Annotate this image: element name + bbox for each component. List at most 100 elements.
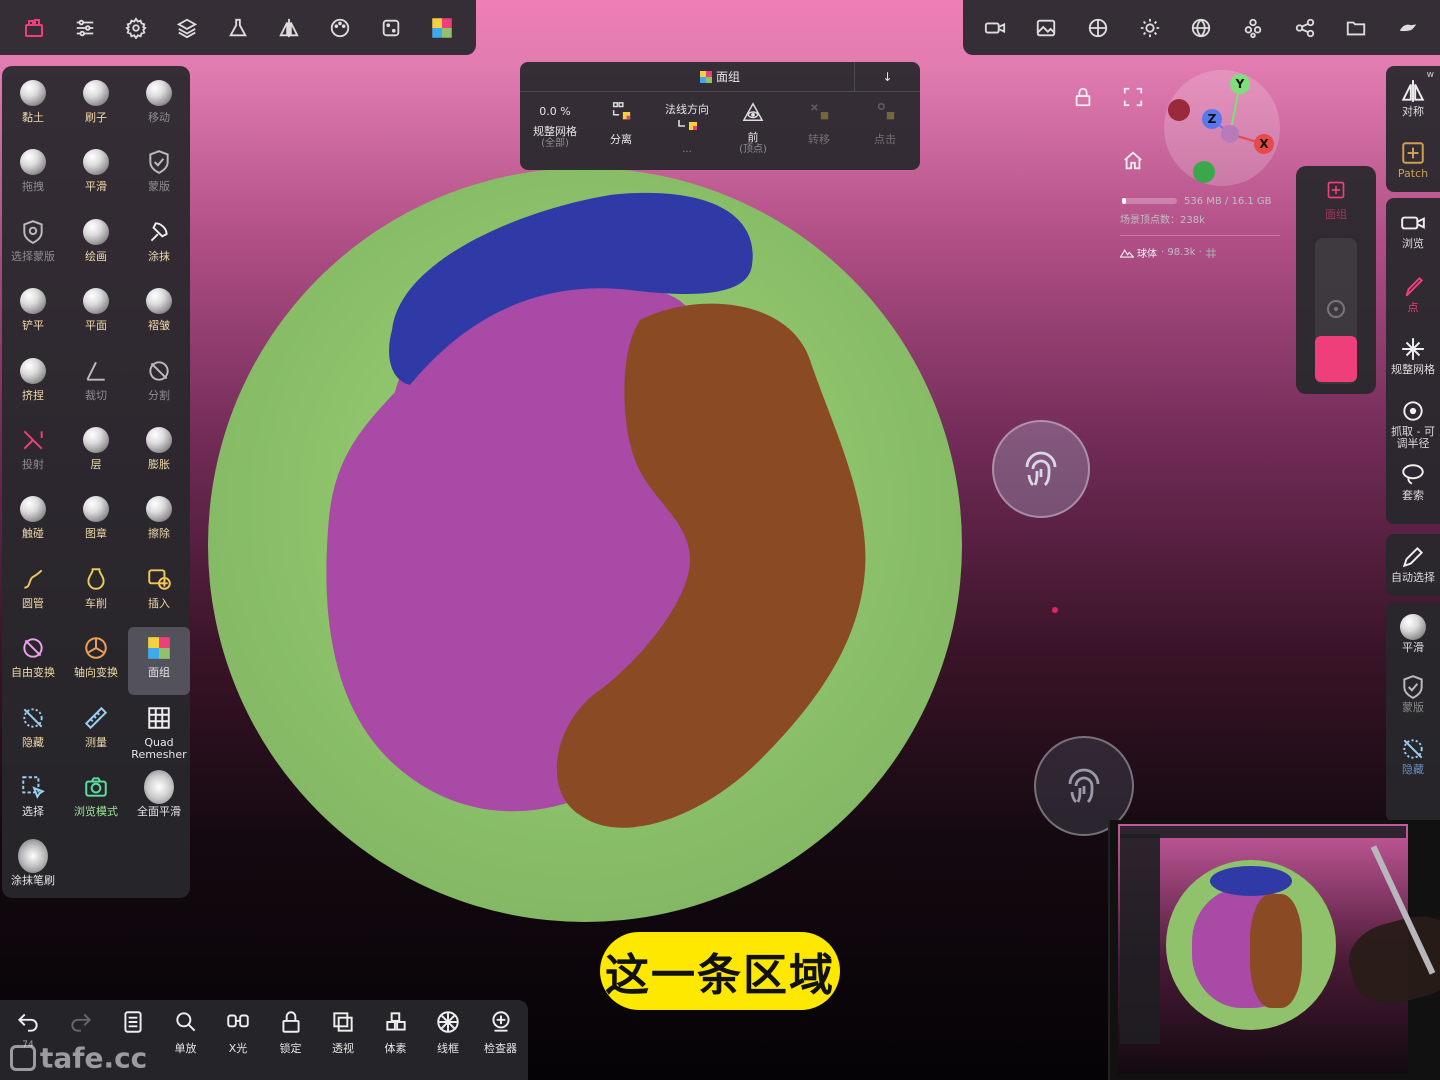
tool-label: 移动	[148, 111, 170, 124]
tool-select[interactable]: 选择	[2, 766, 64, 834]
tool-insert[interactable]: 插入	[128, 558, 190, 626]
voxel-icon	[383, 1008, 409, 1036]
home-view-icon[interactable]	[1120, 148, 1146, 174]
tool-transform[interactable]: 自由变换	[2, 627, 64, 695]
dice-icon[interactable]	[371, 8, 411, 48]
tool-grid[interactable]: Quad Remesher	[128, 697, 190, 765]
tool-smudge[interactable]: 涂抹	[128, 211, 190, 279]
tool-drag-ball[interactable]: 拖拽	[2, 141, 64, 209]
tool-select-mask[interactable]: 选择蒙版	[2, 211, 64, 279]
tool-global-smooth[interactable]: 全面平滑	[128, 766, 190, 834]
radius-slider[interactable]	[1315, 238, 1357, 384]
hide-icon	[18, 703, 48, 733]
watermark: tafe.cc	[10, 1040, 147, 1075]
right-tool-pen-point[interactable]: 点	[1386, 268, 1440, 330]
topology-icon[interactable]	[1233, 8, 1273, 48]
layers-icon[interactable]	[167, 8, 207, 48]
tool-erase-ball[interactable]: 擦除	[128, 488, 190, 556]
tool-mask-shield[interactable]: 蒙版	[128, 141, 190, 209]
orientation-gizmo[interactable]: Y X Z	[1160, 66, 1284, 190]
normal-direction-button[interactable]: 法线方向 ...	[654, 104, 720, 172]
wireframe-icon	[435, 1008, 461, 1036]
tool-split[interactable]: 分割	[128, 350, 190, 418]
right-tool-hide[interactable]: 隐藏	[1386, 730, 1440, 792]
image-icon[interactable]	[1026, 8, 1066, 48]
share-icon[interactable]	[1285, 8, 1325, 48]
folder-icon[interactable]	[1336, 8, 1376, 48]
layers-stack-icon[interactable]	[14, 8, 54, 48]
patch-plus-icon[interactable]	[1324, 178, 1348, 202]
tool-brush-ball[interactable]: 刷子	[65, 72, 127, 140]
shading-icon[interactable]	[1078, 8, 1118, 48]
bottom-inspector-button[interactable]: 检查器	[475, 1008, 527, 1068]
right-tool-pen[interactable]: 自动选择	[1386, 538, 1440, 600]
click-button[interactable]: 点击	[852, 98, 918, 166]
tool-label: 分割	[148, 388, 170, 402]
mesh-row[interactable]: 球体 · 98.3k ·	[1120, 245, 1280, 260]
tool-smudge-brush[interactable]: 涂抹笔刷	[2, 835, 64, 903]
sun-icon[interactable]	[1130, 8, 1170, 48]
tool-clay-ball[interactable]: 黏土	[2, 72, 64, 140]
tool-facegroup[interactable]: 面组	[128, 627, 190, 696]
right-tool-label: 规整网格	[1391, 363, 1435, 376]
slider-knob-icon	[1327, 300, 1345, 318]
tool-lathe[interactable]: 车削	[65, 558, 127, 626]
gizmo-center	[1221, 125, 1239, 143]
tool-label: 挤捏	[22, 388, 44, 402]
tool-gizmo[interactable]: 轴向变换	[65, 627, 127, 695]
hat-icon[interactable]	[1388, 8, 1428, 48]
tool-crease-ball[interactable]: 褶皱	[128, 280, 190, 348]
bottom-xray-button[interactable]: X光	[212, 1008, 264, 1068]
tool-tube-ball[interactable]: 触碰	[2, 488, 64, 556]
project-icon	[18, 425, 48, 455]
fullscreen-icon[interactable]	[1120, 84, 1146, 110]
bottom-lock-button[interactable]: 锁定	[265, 1008, 317, 1068]
right-tool-patch-plus[interactable]: Patch	[1386, 134, 1440, 196]
tool-layer-ball[interactable]: 层	[65, 419, 127, 487]
gizmo-x-label: X	[1259, 137, 1269, 151]
tool-pinch-ball[interactable]: 挤捏	[2, 350, 64, 418]
tool-flatten-ball[interactable]: 铲平	[2, 280, 64, 348]
camera-icon[interactable]	[975, 8, 1015, 48]
front-vertex-button[interactable]: 前 (顶点)	[720, 98, 786, 166]
right-tool-symmetry[interactable]: 对称	[1386, 72, 1440, 134]
split-button[interactable]: 分离	[588, 98, 654, 166]
right-tool-smooth-ball[interactable]: 平滑	[1386, 608, 1440, 670]
bottom-wireframe-button[interactable]: 线框	[422, 1008, 474, 1068]
lock-view-icon[interactable]	[1070, 84, 1096, 110]
tool-paint-ball[interactable]: 绘画	[65, 211, 127, 279]
material-swatch-icon[interactable]	[422, 8, 462, 48]
flask-icon[interactable]	[218, 8, 258, 48]
bottom-voxel-button[interactable]: 体素	[370, 1008, 422, 1068]
right-tool-target[interactable]: 抓取 - 可调半径	[1386, 392, 1440, 454]
right-tool-sparkle[interactable]: 规整网格	[1386, 330, 1440, 392]
fingerprint-button-upper[interactable]	[992, 420, 1090, 518]
color-swatch[interactable]	[1315, 336, 1357, 382]
tool-stamp-ball[interactable]: 图章	[65, 488, 127, 556]
sphere-grid-icon[interactable]	[1181, 8, 1221, 48]
tool-move-ball[interactable]: 移动	[128, 72, 190, 140]
tool-hide[interactable]: 隐藏	[2, 697, 64, 765]
gear-icon[interactable]	[116, 8, 156, 48]
right-tool-lasso[interactable]: 套索	[1386, 456, 1440, 518]
palette-icon[interactable]	[320, 8, 360, 48]
tool-planar-ball[interactable]: 平面	[65, 280, 127, 348]
right-tool-mask-shield[interactable]: 蒙版	[1386, 668, 1440, 730]
tool-camera-view[interactable]: 浏览模式	[65, 766, 127, 834]
sliders-icon[interactable]	[65, 8, 105, 48]
tool-smooth-ball[interactable]: 平滑	[65, 141, 127, 209]
bottom-perspective-button[interactable]: 透视	[317, 1008, 369, 1068]
remesh-all-button[interactable]: 0.0 % 规整网格 (全部)	[522, 98, 588, 166]
remesh-sub-label: (全部)	[541, 138, 569, 149]
tool-project[interactable]: 投射	[2, 419, 64, 487]
mask-shield-icon	[1400, 672, 1426, 702]
tool-inflate-ball[interactable]: 膨胀	[128, 419, 190, 487]
right-tool-camera[interactable]: 浏览	[1386, 204, 1440, 266]
tool-ruler[interactable]: 测量	[65, 697, 127, 765]
transfer-button[interactable]: 转移	[786, 98, 852, 166]
collapse-arrow-icon[interactable]: ↓	[854, 62, 920, 92]
symmetry-icon[interactable]	[269, 8, 309, 48]
bottom-search-button[interactable]: 单放	[160, 1008, 212, 1068]
tool-tube-curve[interactable]: 圆管	[2, 558, 64, 626]
tool-trim[interactable]: 裁切	[65, 350, 127, 418]
